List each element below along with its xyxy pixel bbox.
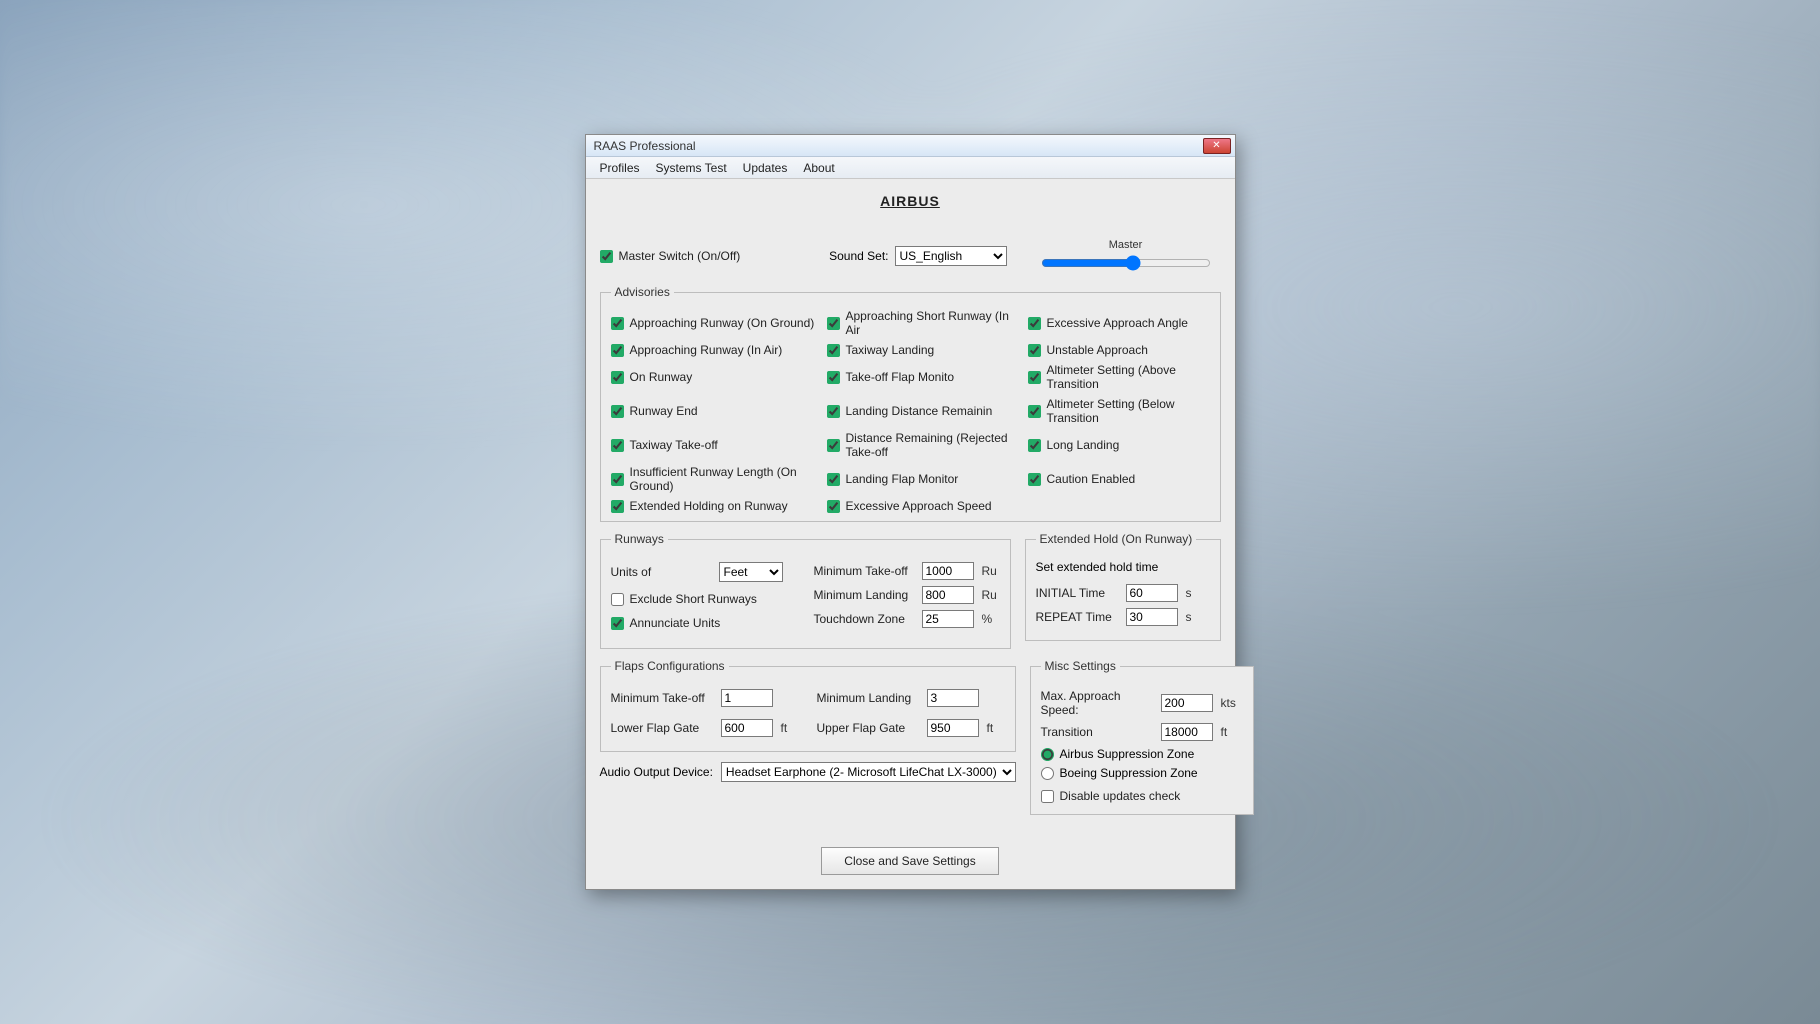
adv-takeoff-flap-monitor[interactable]: Take-off Flap Monito	[827, 363, 1022, 391]
adv-altimeter-above[interactable]: Altimeter Setting (Above Transition	[1028, 363, 1210, 391]
menu-about[interactable]: About	[795, 159, 842, 177]
master-volume: Master	[1031, 239, 1221, 273]
adv-landing-distance-remaining[interactable]: Landing Distance Remainin	[827, 397, 1022, 425]
master-volume-label: Master	[1109, 239, 1143, 251]
sound-set: Sound Set: US_English	[829, 246, 1006, 266]
max-approach-label: Max. Approach Speed:	[1041, 689, 1153, 717]
adv-excessive-approach-angle[interactable]: Excessive Approach Angle	[1028, 309, 1210, 337]
repeat-time-input[interactable]	[1126, 608, 1178, 626]
flaps-legend: Flaps Configurations	[611, 659, 729, 673]
adv-on-runway[interactable]: On Runway	[611, 363, 821, 391]
adv-unstable-approach[interactable]: Unstable Approach	[1028, 343, 1210, 357]
touchdown-label: Touchdown Zone	[814, 612, 914, 626]
adv-taxiway-takeoff[interactable]: Taxiway Take-off	[611, 431, 821, 459]
lower-gate-input[interactable]	[721, 719, 773, 737]
units-label: Units of	[611, 565, 711, 579]
airbus-zone-radio[interactable]: Airbus Suppression Zone	[1041, 747, 1243, 761]
adv-distance-remaining-rto[interactable]: Distance Remaining (Rejected Take-off	[827, 431, 1022, 459]
app-window: RAAS Professional ✕ Profiles Systems Tes…	[585, 134, 1236, 890]
mid-row: Runways Units of Feet Exclude Short Runw…	[600, 532, 1221, 659]
adv-approaching-runway-air[interactable]: Approaching Runway (In Air)	[611, 343, 821, 357]
initial-time-label: INITIAL Time	[1036, 586, 1118, 600]
flaps-min-landing-input[interactable]	[927, 689, 979, 707]
misc-legend: Misc Settings	[1041, 659, 1120, 673]
page-title: AIRBUS	[600, 193, 1221, 209]
adv-landing-flap-monitor[interactable]: Landing Flap Monitor	[827, 465, 1022, 493]
audio-output-row: Audio Output Device: Headset Earphone (2…	[600, 762, 1016, 782]
min-landing-input[interactable]	[922, 586, 974, 604]
master-switch-label: Master Switch (On/Off)	[619, 249, 741, 263]
flaps-group: Flaps Configurations Minimum Take-off Mi…	[600, 659, 1016, 752]
adv-extended-holding[interactable]: Extended Holding on Runway	[611, 499, 821, 513]
extended-hold-group: Extended Hold (On Runway) Set extended h…	[1025, 532, 1221, 641]
bottom-row: Flaps Configurations Minimum Take-off Mi…	[600, 659, 1221, 825]
close-button[interactable]: ✕	[1203, 138, 1231, 154]
exclude-short-checkbox[interactable]: Exclude Short Runways	[611, 592, 806, 606]
transition-label: Transition	[1041, 725, 1153, 739]
advisories-grid: Approaching Runway (On Ground) Approachi…	[611, 309, 1210, 513]
upper-gate-label: Upper Flap Gate	[817, 721, 919, 735]
min-takeoff-input[interactable]	[922, 562, 974, 580]
misc-group: Misc Settings Max. Approach Speed: kts T…	[1030, 659, 1254, 815]
repeat-time-label: REPEAT Time	[1036, 610, 1118, 624]
master-switch-checkbox[interactable]: Master Switch (On/Off)	[600, 249, 741, 263]
extended-hold-legend: Extended Hold (On Runway)	[1036, 532, 1197, 546]
max-approach-input[interactable]	[1161, 694, 1213, 712]
adv-long-landing[interactable]: Long Landing	[1028, 431, 1210, 459]
disable-updates-checkbox[interactable]: Disable updates check	[1041, 789, 1181, 803]
close-save-button[interactable]: Close and Save Settings	[821, 847, 998, 875]
menu-profiles[interactable]: Profiles	[592, 159, 648, 177]
menubar: Profiles Systems Test Updates About	[586, 157, 1235, 179]
initial-time-input[interactable]	[1126, 584, 1178, 602]
menu-updates[interactable]: Updates	[735, 159, 796, 177]
flaps-min-takeoff-label: Minimum Take-off	[611, 691, 713, 705]
client-area: AIRBUS Master Switch (On/Off) Sound Set:…	[586, 179, 1235, 889]
min-takeoff-label: Minimum Take-off	[814, 564, 914, 578]
adv-insufficient-length[interactable]: Insufficient Runway Length (On Ground)	[611, 465, 821, 493]
units-select[interactable]: Feet	[719, 562, 783, 582]
touchdown-input[interactable]	[922, 610, 974, 628]
adv-taxiway-landing[interactable]: Taxiway Landing	[827, 343, 1022, 357]
advisories-legend: Advisories	[611, 285, 674, 299]
flaps-min-landing-label: Minimum Landing	[817, 691, 919, 705]
flaps-min-takeoff-input[interactable]	[721, 689, 773, 707]
sound-set-label: Sound Set:	[829, 249, 888, 263]
audio-output-label: Audio Output Device:	[600, 765, 713, 779]
sound-set-select[interactable]: US_English	[895, 246, 1007, 266]
advisories-group: Advisories Approaching Runway (On Ground…	[600, 285, 1221, 522]
adv-altimeter-below[interactable]: Altimeter Setting (Below Transition	[1028, 397, 1210, 425]
boeing-zone-radio[interactable]: Boeing Suppression Zone	[1041, 766, 1243, 780]
adv-excessive-approach-speed[interactable]: Excessive Approach Speed	[827, 499, 1022, 513]
adv-caution-enabled[interactable]: Caution Enabled	[1028, 465, 1210, 493]
master-volume-slider[interactable]	[1041, 255, 1211, 271]
window-title: RAAS Professional	[594, 139, 1203, 153]
menu-systems-test[interactable]: Systems Test	[648, 159, 735, 177]
runways-legend: Runways	[611, 532, 668, 546]
upper-gate-input[interactable]	[927, 719, 979, 737]
transition-input[interactable]	[1161, 723, 1213, 741]
close-icon: ✕	[1212, 141, 1220, 151]
adv-runway-end[interactable]: Runway End	[611, 397, 821, 425]
titlebar[interactable]: RAAS Professional ✕	[586, 135, 1235, 157]
runways-group: Runways Units of Feet Exclude Short Runw…	[600, 532, 1011, 649]
annunciate-units-checkbox[interactable]: Annunciate Units	[611, 616, 806, 630]
adv-approaching-short-runway-air[interactable]: Approaching Short Runway (In Air	[827, 309, 1022, 337]
footer: Close and Save Settings	[600, 847, 1221, 875]
extended-hold-caption: Set extended hold time	[1036, 560, 1210, 574]
lower-gate-label: Lower Flap Gate	[611, 721, 713, 735]
master-switch-input[interactable]	[600, 250, 613, 263]
top-row: Master Switch (On/Off) Sound Set: US_Eng…	[600, 239, 1221, 273]
audio-output-select[interactable]: Headset Earphone (2- Microsoft LifeChat …	[721, 762, 1016, 782]
min-landing-label: Minimum Landing	[814, 588, 914, 602]
adv-approaching-runway-ground[interactable]: Approaching Runway (On Ground)	[611, 309, 821, 337]
